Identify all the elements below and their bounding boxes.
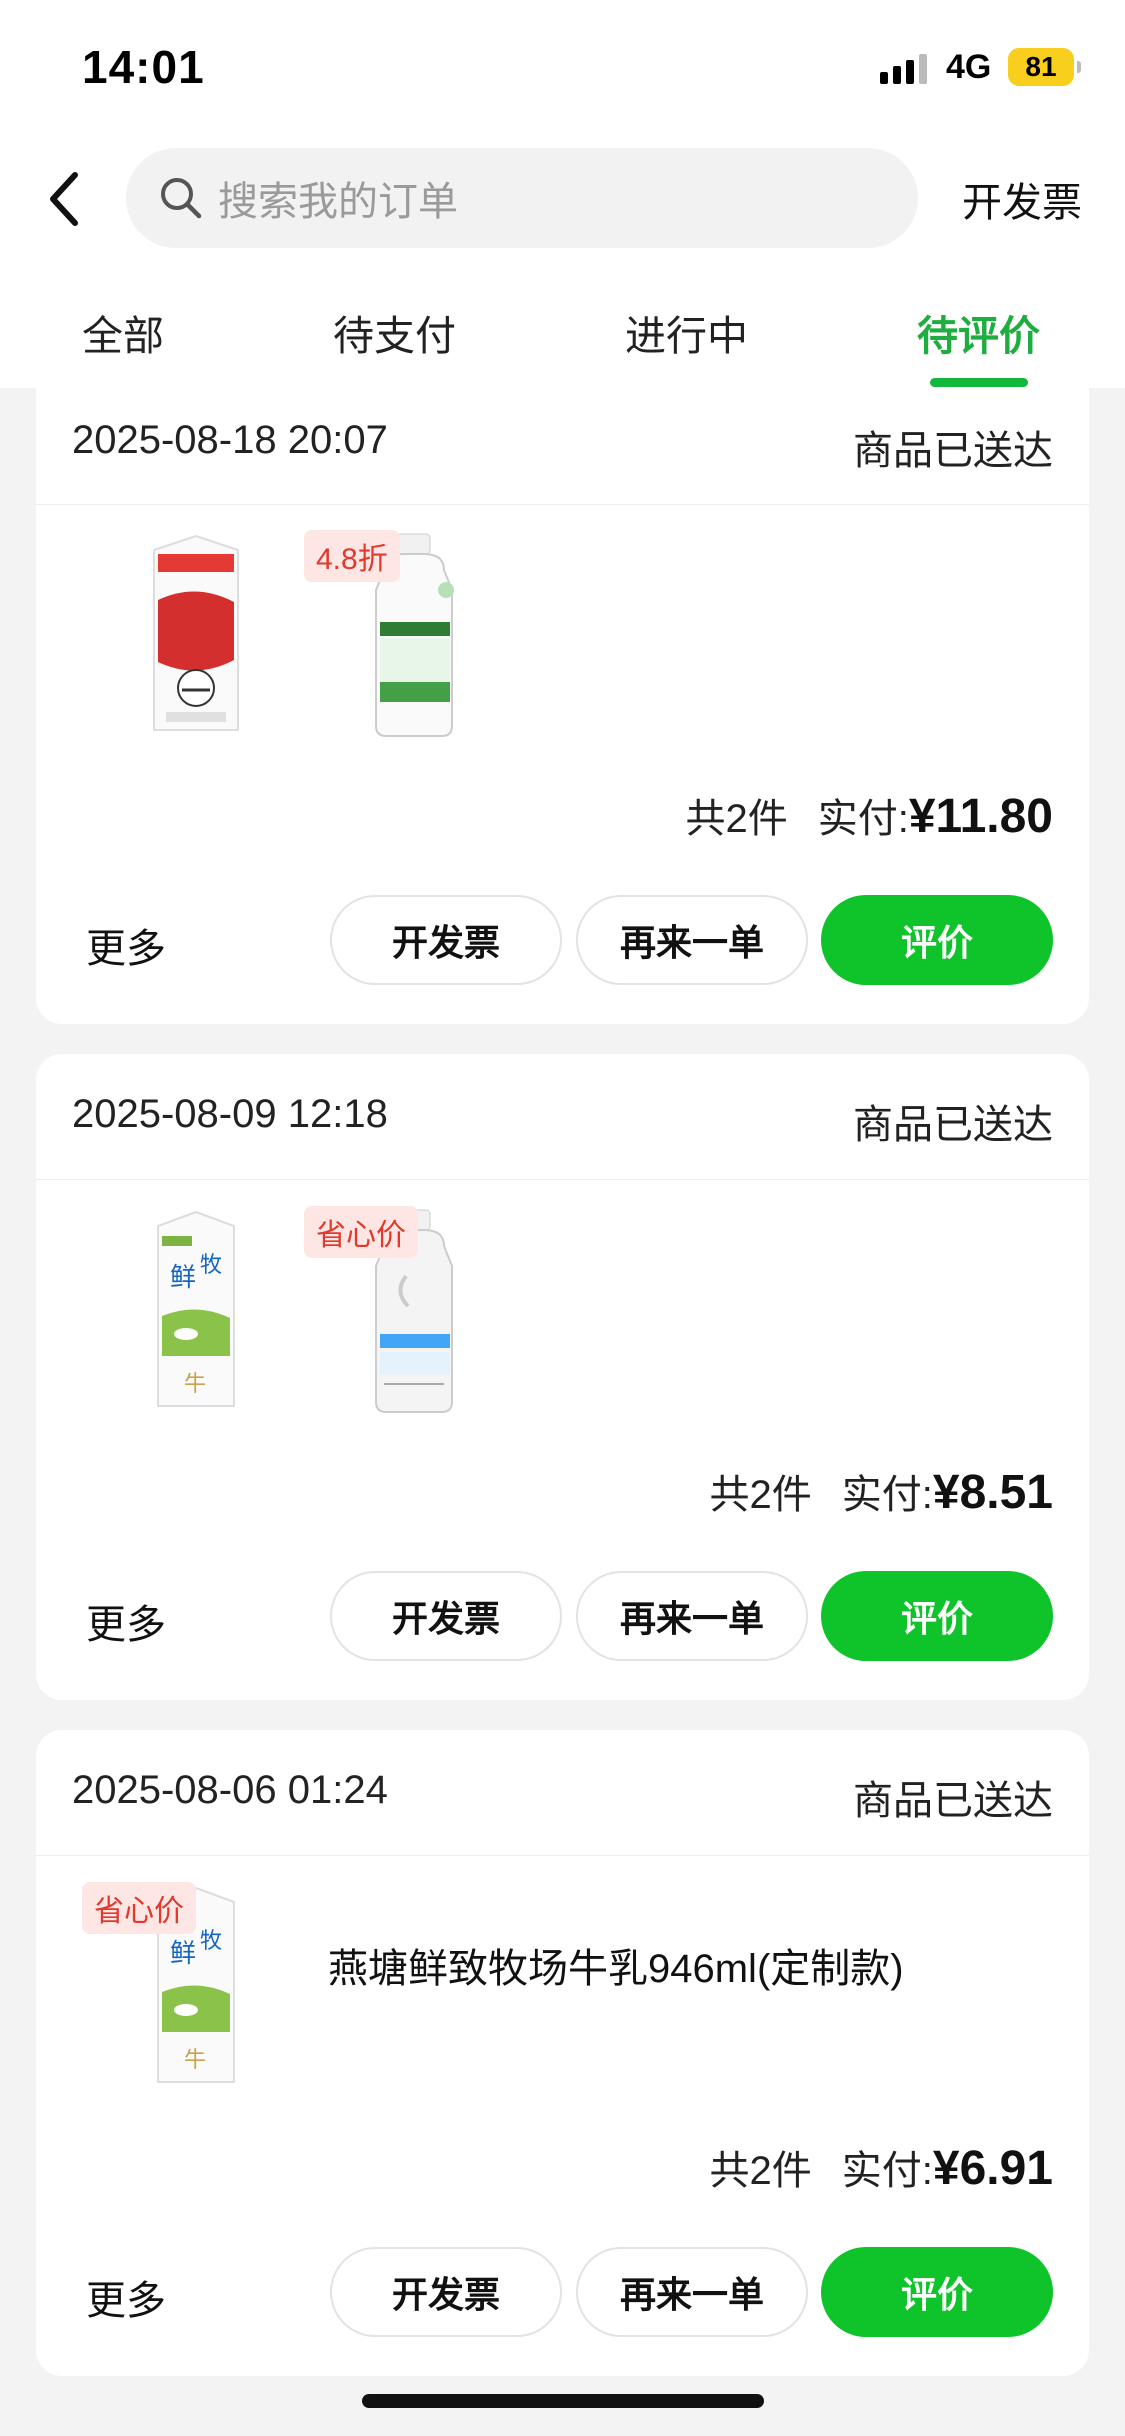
nav-bar: 搜索我的订单 开发票 <box>0 140 1125 260</box>
svg-text:牧: 牧 <box>200 1929 222 1954</box>
product-image[interactable] <box>136 530 256 740</box>
promo-tag: 省心价 <box>82 1882 196 1934</box>
more-button[interactable]: 更多 <box>86 2268 166 2326</box>
battery-icon: 81 <box>1008 48 1081 86</box>
order-summary: 共2件 实付: ¥8.51 <box>710 1462 1054 1520</box>
paid-label: 实付: <box>841 2149 933 2193</box>
order-tabs: 全部 待支付 进行中 待评价 <box>0 282 1125 388</box>
battery-level: 81 <box>1025 51 1057 82</box>
order-datetime: 2025-08-09 12:18 <box>72 1092 388 1136</box>
svg-text:牧: 牧 <box>200 1253 222 1278</box>
invoice-button[interactable]: 开发票 <box>330 1571 562 1661</box>
tab-all[interactable]: 全部 <box>82 302 164 362</box>
paid-amount: ¥8.51 <box>932 1466 1053 1519</box>
tab-pending-payment[interactable]: 待支付 <box>333 302 456 362</box>
promo-tag: 省心价 <box>304 1206 418 1258</box>
back-button[interactable] <box>30 164 100 234</box>
svg-text:牛: 牛 <box>184 1372 206 1397</box>
order-summary: 共2件 实付: ¥6.91 <box>710 2138 1054 2196</box>
order-card[interactable]: 2025-08-06 01:24 商品已送达 鲜 牧 牛 省心价 燕塘鲜致牧场牛… <box>36 1730 1089 2376</box>
signal-icon <box>880 54 927 84</box>
order-status: 商品已送达 <box>853 429 1053 473</box>
search-icon <box>161 178 202 219</box>
home-indicator[interactable] <box>362 2394 764 2408</box>
order-datetime: 2025-08-18 20:07 <box>72 418 388 462</box>
reorder-button[interactable]: 再来一单 <box>576 2247 808 2337</box>
order-status: 商品已送达 <box>853 1103 1053 1147</box>
more-button[interactable]: 更多 <box>86 1592 166 1650</box>
product-name[interactable]: 燕塘鲜致牧场牛乳946ml(定制款) <box>328 1936 904 1994</box>
divider <box>36 504 1089 505</box>
active-tab-indicator <box>930 378 1028 387</box>
tab-in-progress[interactable]: 进行中 <box>625 302 748 362</box>
svg-text:鲜: 鲜 <box>170 1263 196 1293</box>
invoice-button[interactable]: 开发票 <box>330 2247 562 2337</box>
order-summary: 共2件 实付: ¥11.80 <box>685 786 1053 844</box>
tab-pending-review[interactable]: 待评价 <box>917 302 1040 362</box>
top-header: 14:01 4G 81 搜索我的订单 开发票 全部 待支付 进行中 待评价 <box>0 0 1125 388</box>
order-card[interactable]: 2025-08-09 12:18 商品已送达 鲜 牧 牛 省心价 共2件 实付:… <box>36 1054 1089 1700</box>
order-status: 商品已送达 <box>853 1779 1053 1823</box>
item-count: 共2件 <box>709 2149 812 2193</box>
order-card[interactable]: 2025-08-18 20:07 商品已送达 4.8折 共2件 实付: ¥11.… <box>36 358 1089 1024</box>
search-input[interactable]: 搜索我的订单 <box>126 148 918 248</box>
item-count: 共2件 <box>685 797 788 841</box>
paid-amount: ¥11.80 <box>908 790 1053 843</box>
discount-tag: 4.8折 <box>304 530 400 582</box>
paid-label: 实付: <box>817 797 909 841</box>
network-label: 4G <box>946 48 992 86</box>
divider <box>36 1855 1089 1856</box>
divider <box>36 1179 1089 1180</box>
svg-text:牛: 牛 <box>184 2048 206 2073</box>
reorder-button[interactable]: 再来一单 <box>576 895 808 985</box>
paid-label: 实付: <box>841 1473 933 1517</box>
status-time: 14:01 <box>82 41 205 93</box>
order-datetime: 2025-08-06 01:24 <box>72 1768 388 1812</box>
product-image[interactable]: 鲜 牧 牛 <box>136 1206 256 1416</box>
review-button[interactable]: 评价 <box>821 895 1053 985</box>
chevron-left-icon <box>50 172 78 226</box>
invoice-link[interactable]: 开发票 <box>962 170 1082 228</box>
status-bar: 14:01 4G 81 <box>0 0 1125 140</box>
reorder-button[interactable]: 再来一单 <box>576 1571 808 1661</box>
search-placeholder: 搜索我的订单 <box>218 180 458 224</box>
item-count: 共2件 <box>709 1473 812 1517</box>
more-button[interactable]: 更多 <box>86 916 166 974</box>
review-button[interactable]: 评价 <box>821 2247 1053 2337</box>
paid-amount: ¥6.91 <box>932 2142 1053 2195</box>
invoice-button[interactable]: 开发票 <box>330 895 562 985</box>
review-button[interactable]: 评价 <box>821 1571 1053 1661</box>
svg-text:鲜: 鲜 <box>170 1939 196 1969</box>
